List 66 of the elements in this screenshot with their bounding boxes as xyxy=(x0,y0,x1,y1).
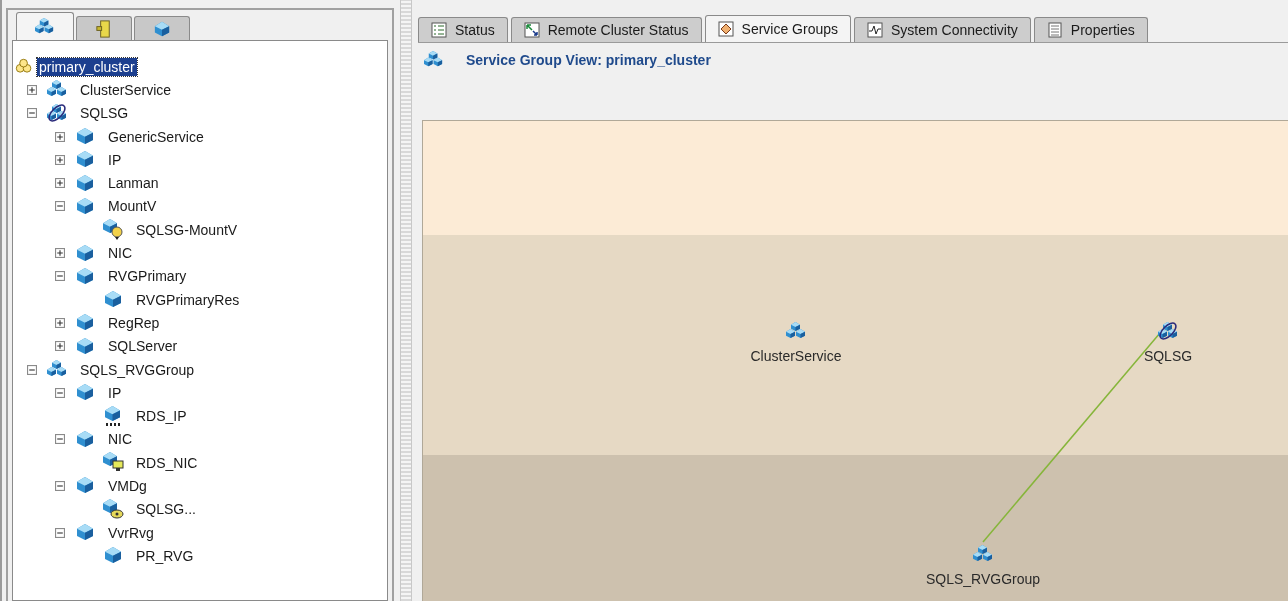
node-label: SQLSG xyxy=(1143,348,1193,364)
tree-item[interactable]: SQLServer xyxy=(106,337,180,356)
collapse-icon[interactable] xyxy=(55,387,65,398)
collapse-icon[interactable] xyxy=(27,364,37,375)
cube-icon xyxy=(75,265,96,287)
tree-item[interactable]: RDS_IP xyxy=(134,407,189,426)
expand-icon[interactable] xyxy=(55,154,65,165)
tree-item[interactable]: GenericService xyxy=(106,127,206,146)
tree-item[interactable]: ClusterService xyxy=(78,80,174,99)
tab[interactable]: Service Groups xyxy=(704,15,852,42)
tab[interactable]: Status xyxy=(418,17,508,42)
tree-item[interactable]: VvrRvg xyxy=(106,523,156,542)
tree-item[interactable]: RDS_NIC xyxy=(134,453,200,472)
expand-icon[interactable] xyxy=(27,84,37,95)
tree-item[interactable]: SQLSG-MountV xyxy=(134,220,240,239)
cube-with-disk-icon xyxy=(103,498,124,520)
tree-item[interactable]: Lanman xyxy=(106,174,161,193)
collapse-icon[interactable] xyxy=(55,201,65,212)
cube-icon xyxy=(75,428,96,450)
cube-with-monitor-icon xyxy=(103,452,124,474)
tree-item[interactable]: RegRep xyxy=(106,313,162,332)
tree-item[interactable]: SQLS_RVGGroup xyxy=(78,360,197,379)
panel-tab[interactable] xyxy=(16,12,74,40)
cluster-icon xyxy=(15,57,33,76)
expand-icon[interactable] xyxy=(55,248,65,258)
expand-icon[interactable] xyxy=(55,131,65,142)
collapse-icon[interactable] xyxy=(55,434,65,445)
panel-tab[interactable] xyxy=(134,16,190,40)
collapse-icon[interactable] xyxy=(55,481,65,491)
node-label: SQLS_RVGGroup xyxy=(925,571,1041,587)
tree-item[interactable]: RVGPrimaryRes xyxy=(134,290,242,309)
tree-item[interactable]: SQLSG... xyxy=(134,500,198,519)
tree-item[interactable]: PR_RVG xyxy=(134,546,196,565)
collapse-icon[interactable] xyxy=(55,271,65,282)
cube-icon xyxy=(75,242,96,264)
node-label: ClusterService xyxy=(750,348,842,364)
cube-with-badge-icon xyxy=(103,219,124,241)
tree-item[interactable]: IP xyxy=(106,150,124,169)
tree-item[interactable]: MountV xyxy=(106,197,159,216)
linked-cubes-icon[interactable] xyxy=(1157,321,1179,342)
tree-item[interactable]: SQLSG xyxy=(78,104,131,123)
expand-icon[interactable] xyxy=(55,178,65,189)
tree-item[interactable]: NIC xyxy=(106,430,135,449)
cube-icon xyxy=(75,195,96,217)
tab[interactable]: Properties xyxy=(1033,17,1148,42)
expand-icon[interactable] xyxy=(55,341,65,352)
diamond-icon xyxy=(717,21,734,37)
tree-item[interactable]: RVGPrimary xyxy=(106,267,189,286)
tree-item[interactable]: primary_cluster xyxy=(37,57,137,76)
collapse-icon[interactable] xyxy=(55,527,65,538)
view-title: Service Group View: primary_cluster xyxy=(466,50,711,70)
collapse-icon[interactable] xyxy=(27,108,37,119)
tree-item[interactable]: IP xyxy=(106,383,124,402)
tree-item[interactable]: VMDg xyxy=(106,477,149,495)
cube-icon xyxy=(75,335,96,357)
arrows-icon xyxy=(523,22,540,38)
expand-icon[interactable] xyxy=(55,317,65,328)
list-icon xyxy=(431,22,447,38)
pulse-icon xyxy=(867,22,884,38)
linked-cubes-icon xyxy=(47,102,68,124)
tab[interactable]: Remote Cluster Status xyxy=(510,17,702,42)
document-icon xyxy=(1046,22,1063,38)
tree-item[interactable]: NIC xyxy=(106,244,135,262)
panel-tab[interactable] xyxy=(76,16,132,40)
tab[interactable]: System Connectivity xyxy=(854,17,1031,42)
cube-icon xyxy=(75,172,96,194)
